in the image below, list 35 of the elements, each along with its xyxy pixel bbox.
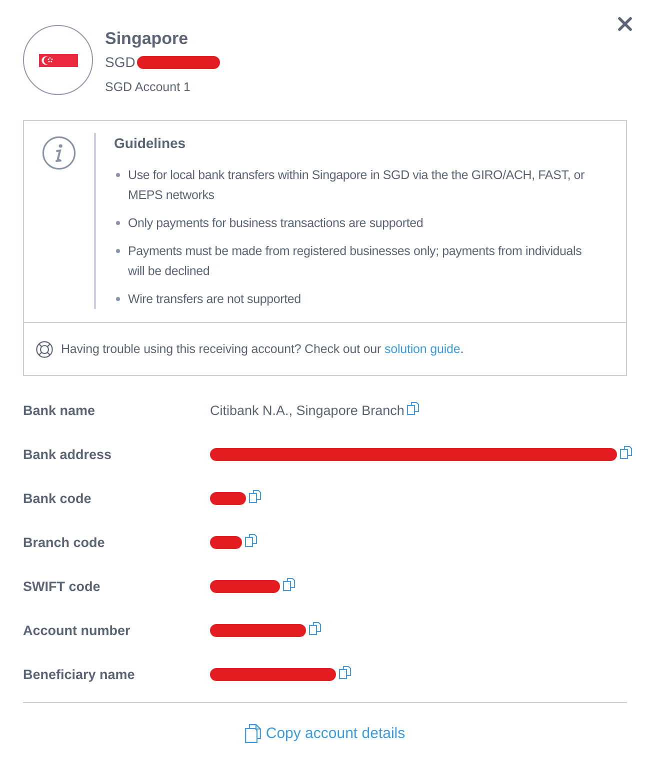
solution-guide-link[interactable]: solution guide xyxy=(384,342,460,356)
copy-icon[interactable] xyxy=(249,490,261,502)
field-label: Bank address xyxy=(23,446,113,464)
guideline-text: Wire transfers are not supported xyxy=(128,291,301,308)
guidelines-title: Guidelines xyxy=(114,134,187,153)
guideline-text: Only payments for business transactions are supported xyxy=(128,215,424,232)
field-label: Account number xyxy=(23,622,132,640)
copy-details-button[interactable]: Copy account details xyxy=(244,724,406,743)
country-title: Singapore xyxy=(105,28,190,50)
bullet-icon xyxy=(116,297,120,301)
field-label: Bank code xyxy=(23,490,92,508)
bullet-icon xyxy=(116,221,120,225)
bullet-icon xyxy=(116,173,120,177)
close-icon[interactable] xyxy=(618,17,632,31)
copy-icon[interactable] xyxy=(407,402,420,414)
copy-icon[interactable] xyxy=(309,622,321,634)
field-label: SWIFT code xyxy=(23,578,102,596)
field-label: Beneficiary name xyxy=(23,666,136,684)
field-value: Citibank N.A., Singapore Branch xyxy=(210,402,404,418)
copy-icon[interactable] xyxy=(339,666,351,678)
copy-icon[interactable] xyxy=(620,446,632,458)
field-label: Bank name xyxy=(23,402,96,420)
guideline-text: Payments must be made from registered businesses only; payments from individuals will be declined xyxy=(128,243,583,280)
help-text: Having trouble using this receiving account? Check out our solution guide. xyxy=(61,342,464,356)
field-label: Branch code xyxy=(23,534,106,552)
currency-code: SGD xyxy=(105,53,136,72)
guideline-text: Use for local bank transfers within Singapore in SGD via the the GIRO/ACH, FAST, or MEPS networks xyxy=(128,167,586,204)
lifebuoy-icon xyxy=(36,340,53,358)
flag-icon xyxy=(38,54,78,66)
bullet-icon xyxy=(116,249,120,253)
account-name: SGD Account 1 xyxy=(105,79,192,95)
copy-icon[interactable] xyxy=(283,578,295,590)
document-copy-icon xyxy=(244,724,261,743)
info-icon xyxy=(42,136,76,170)
copy-icon[interactable] xyxy=(245,534,257,546)
